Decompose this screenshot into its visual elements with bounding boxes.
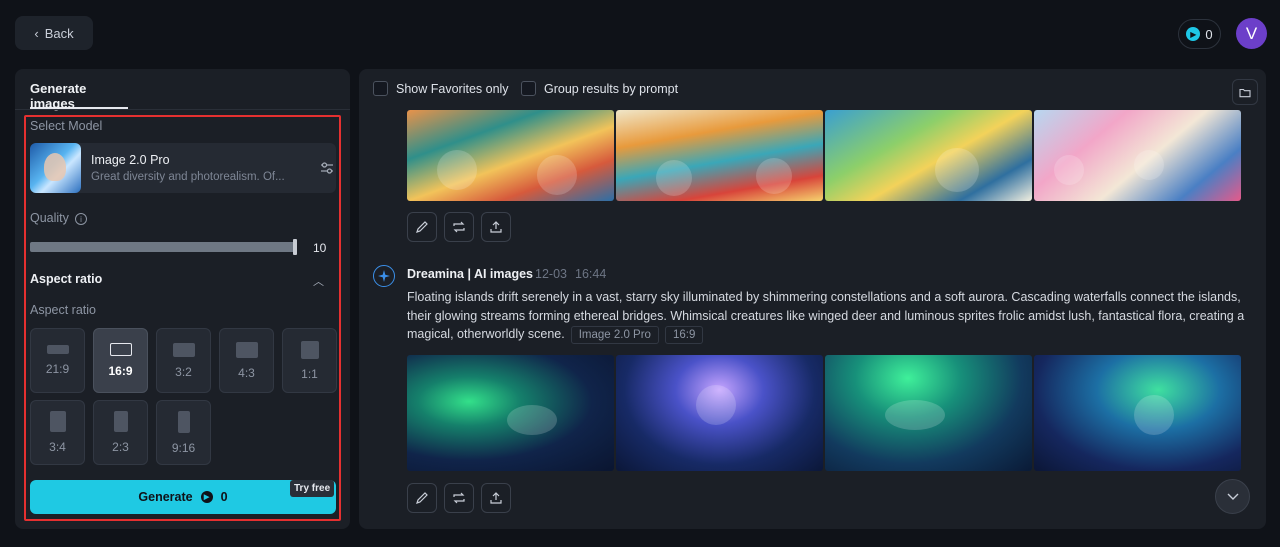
- repeat-icon: [453, 221, 465, 233]
- aspect-ratio-label: 3:4: [49, 440, 66, 454]
- avatar-letter: V: [1245, 23, 1258, 43]
- aspect-ratio-label: 21:9: [45, 362, 70, 376]
- upload-icon: [490, 492, 502, 504]
- entry-prompt: Floating islands drift serenely in a vas…: [407, 288, 1247, 344]
- folder-icon: [1239, 88, 1251, 97]
- aspect-ratio-option[interactable]: 1:1: [282, 328, 337, 393]
- credits-count: 0: [1205, 26, 1213, 42]
- select-model-label: Select Model: [30, 119, 103, 133]
- coin-icon: ▶: [1186, 27, 1201, 41]
- aspect-ratio-header[interactable]: Aspect ratio: [30, 272, 102, 286]
- regenerate-button[interactable]: [444, 483, 474, 513]
- coin-icon: ▶: [200, 491, 213, 503]
- edit-button[interactable]: [407, 483, 437, 513]
- entry-author: Dreamina | AI images: [407, 267, 534, 281]
- generated-image[interactable]: [407, 355, 614, 471]
- ratio-tag: 16:9: [664, 326, 704, 344]
- dreamina-logo-icon: [373, 265, 395, 287]
- generated-image[interactable]: [407, 110, 614, 201]
- info-icon[interactable]: i: [75, 213, 87, 225]
- aspect-ratio-shape-icon: [109, 343, 132, 356]
- model-name: Image 2.0 Pro: [91, 153, 170, 167]
- generated-image[interactable]: [616, 110, 823, 201]
- aspect-ratio-option[interactable]: 2:3: [93, 400, 148, 465]
- aspect-ratio-sublabel: Aspect ratio: [30, 303, 97, 317]
- aspect-ratio-label: 1:1: [301, 366, 318, 381]
- generated-image[interactable]: [825, 110, 1032, 201]
- aspect-ratio-shape-icon: [46, 345, 69, 354]
- aspect-ratio-option[interactable]: 21:9: [30, 328, 85, 393]
- aspect-ratio-label: 3:2: [175, 364, 192, 379]
- generate-label: Generate: [138, 490, 193, 504]
- pencil-icon: [416, 492, 428, 504]
- pencil-icon: [416, 221, 428, 233]
- generated-image[interactable]: [1034, 110, 1241, 201]
- aspect-ratio-shape-icon: [172, 342, 195, 357]
- quality-slider-handle[interactable]: [293, 239, 297, 255]
- edit-button[interactable]: [407, 212, 437, 242]
- back-button[interactable]: ‹ Back: [15, 16, 93, 50]
- tab-generate-images[interactable]: Generate images: [30, 81, 128, 111]
- aspect-ratio-label: 9:16: [171, 440, 196, 455]
- show-favorites-label[interactable]: Show Favorites only: [396, 82, 509, 96]
- back-label: Back: [44, 25, 74, 41]
- prompt-text: Floating islands drift serenely in a vas…: [407, 290, 1245, 341]
- aspect-ratio-option[interactable]: 4:3: [219, 328, 274, 393]
- sliders-icon[interactable]: [320, 161, 334, 175]
- generated-image[interactable]: [616, 355, 823, 471]
- aspect-ratio-option[interactable]: 16:9: [93, 328, 148, 393]
- results-panel: Show Favorites only Group results by pro…: [359, 69, 1266, 529]
- chevron-left-icon: ‹: [34, 25, 39, 41]
- image-row-bikes: [407, 110, 1241, 201]
- regenerate-button[interactable]: [444, 212, 474, 242]
- aspect-ratio-label: 16:9: [108, 364, 133, 378]
- repeat-icon: [453, 492, 465, 504]
- generated-image[interactable]: [1034, 355, 1241, 471]
- aspect-ratio-label: 4:3: [238, 365, 255, 380]
- aspect-ratio-option[interactable]: 3:4: [30, 400, 85, 465]
- model-description: Great diversity and photorealism. Of...: [91, 171, 285, 183]
- aspect-ratio-shape-icon: [113, 411, 128, 432]
- aspect-ratio-shape-icon: [177, 410, 190, 433]
- generated-image[interactable]: [825, 355, 1032, 471]
- aspect-ratio-shape-icon: [49, 411, 66, 432]
- image-row-islands: [407, 355, 1241, 471]
- try-free-badge: Try free: [290, 480, 335, 497]
- chevron-down-icon: [1227, 493, 1238, 500]
- folder-button[interactable]: [1232, 79, 1258, 105]
- upload-icon: [490, 221, 502, 233]
- model-selector[interactable]: Image 2.0 Pro Great diversity and photor…: [30, 143, 336, 193]
- aspect-ratio-shape-icon: [300, 340, 319, 359]
- generate-panel: Generate images Select Model Image 2.0 P…: [15, 69, 350, 529]
- quality-value: 10: [313, 241, 327, 255]
- quality-slider[interactable]: [30, 242, 296, 252]
- share-button[interactable]: [481, 483, 511, 513]
- quality-label: Quality: [30, 211, 69, 225]
- generate-cost: 0: [220, 490, 228, 504]
- entry-time: 16:44: [575, 267, 607, 281]
- scroll-down-button[interactable]: [1215, 479, 1250, 514]
- group-results-label[interactable]: Group results by prompt: [544, 82, 678, 96]
- aspect-ratio-shape-icon: [235, 341, 258, 358]
- entry-date: 12-03: [535, 267, 567, 281]
- avatar[interactable]: V: [1236, 18, 1267, 49]
- model-tag: Image 2.0 Pro: [570, 326, 659, 344]
- group-results-checkbox[interactable]: [521, 81, 536, 96]
- share-button[interactable]: [481, 212, 511, 242]
- panel-divider: [15, 109, 350, 110]
- credits-badge[interactable]: ▶ 0: [1178, 19, 1221, 49]
- show-favorites-checkbox[interactable]: [373, 81, 388, 96]
- model-thumbnail: [30, 143, 81, 193]
- aspect-ratio-label: 2:3: [112, 440, 129, 454]
- chevron-up-icon[interactable]: ︿: [313, 273, 324, 289]
- aspect-ratio-option[interactable]: 9:16: [156, 400, 211, 465]
- aspect-ratio-option[interactable]: 3:2: [156, 328, 211, 393]
